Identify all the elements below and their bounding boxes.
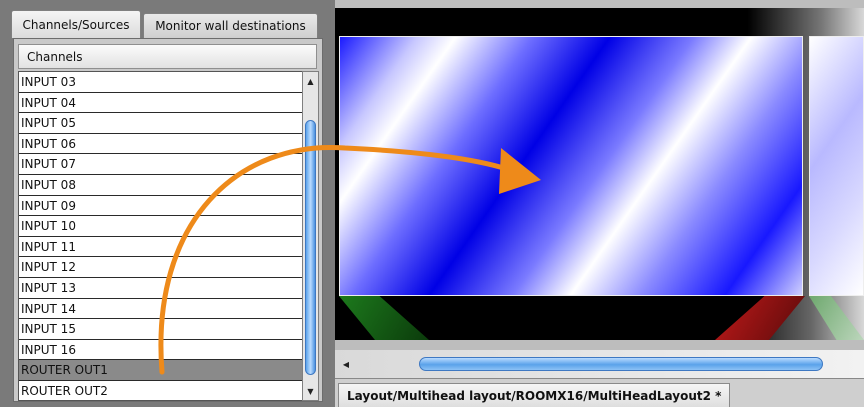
channels-panel: Channels/Sources Monitor wall destinatio… <box>0 0 331 407</box>
monitor-wall-canvas[interactable] <box>335 36 864 340</box>
channel-list-item[interactable]: INPUT 05 <box>19 113 302 134</box>
channel-list-item[interactable]: INPUT 04 <box>19 92 302 114</box>
channel-list-frame: Channels INPUT 03 INPUT 04 INPUT 05 INPUT 0… <box>13 38 323 402</box>
tab-channels-sources[interactable]: Channels/Sources <box>11 10 141 38</box>
scroll-left-icon[interactable]: ◀ <box>341 358 351 370</box>
source-tab-strip: Channels/Sources Monitor wall destinatio… <box>11 10 321 38</box>
document-tab-bar: Layout/Multihead layout/ROOMX16/MultiHea… <box>335 378 864 407</box>
channel-list-item[interactable]: INPUT 09 <box>19 195 302 217</box>
monitor-wall-hscroll-thumb[interactable] <box>419 357 823 371</box>
monitor-wall-top-strip <box>335 8 864 36</box>
channel-list-item[interactable]: INPUT 03 <box>19 72 302 93</box>
tab-layout-document[interactable]: Layout/Multihead layout/ROOMX16/MultiHea… <box>338 383 731 407</box>
channels-column-header[interactable]: Channels <box>18 44 317 69</box>
channel-list-item[interactable]: ROUTER OUT1 <box>19 360 302 381</box>
channel-list-item[interactable]: INPUT 13 <box>19 277 302 299</box>
channel-list[interactable]: INPUT 03 INPUT 04 INPUT 05 INPUT 06 INPUT 07… <box>18 71 303 401</box>
channel-list-item[interactable]: INPUT 08 <box>19 174 302 196</box>
scroll-down-icon[interactable]: ▼ <box>305 385 316 397</box>
channel-list-item[interactable]: INPUT 16 <box>19 339 302 361</box>
channel-list-scroll-thumb[interactable] <box>305 120 316 375</box>
channel-list-item[interactable]: INPUT 06 <box>19 133 302 155</box>
channel-list-item[interactable]: INPUT 12 <box>19 257 302 278</box>
channel-list-scrollbar[interactable]: ▲ ▼ <box>302 71 319 401</box>
scroll-up-icon[interactable]: ▲ <box>305 75 316 87</box>
monitor-display-main[interactable] <box>339 36 803 296</box>
channel-list-item[interactable]: INPUT 11 <box>19 236 302 258</box>
channel-list-item[interactable]: INPUT 14 <box>19 298 302 320</box>
channel-list-item[interactable]: INPUT 15 <box>19 319 302 340</box>
monitor-base <box>385 296 765 340</box>
channel-list-item[interactable]: ROUTER OUT2 <box>19 380 302 400</box>
channel-list-item[interactable]: INPUT 07 <box>19 154 302 175</box>
tab-monitor-wall-destinations[interactable]: Monitor wall destinations <box>143 13 318 38</box>
monitor-wall-panel: ◀ Layout/Multihead layout/ROOMX16/MultiH… <box>335 0 864 407</box>
second-monitor-base-marker <box>809 296 864 340</box>
monitor-wall-hscrollbar[interactable]: ◀ <box>335 350 864 378</box>
channel-list-item[interactable]: INPUT 10 <box>19 216 302 237</box>
monitor-display-second[interactable] <box>809 36 864 296</box>
